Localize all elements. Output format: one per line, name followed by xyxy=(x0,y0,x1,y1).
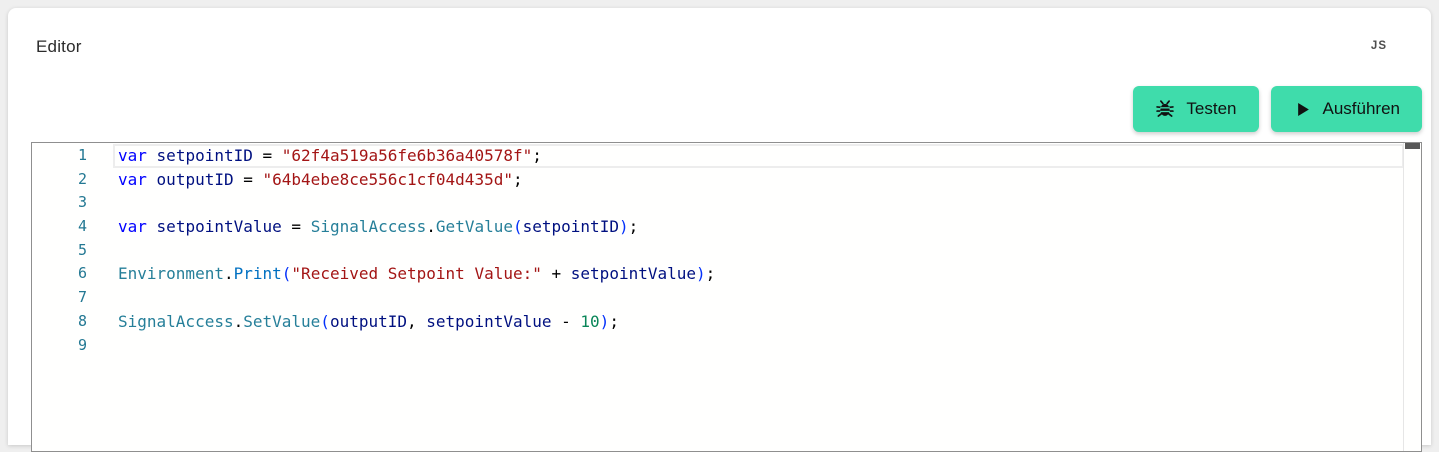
page-title: Editor xyxy=(36,37,82,57)
line-number: 8 xyxy=(32,310,87,334)
line-number: 1 xyxy=(32,144,87,168)
play-icon xyxy=(1293,100,1312,119)
code-line[interactable] xyxy=(118,286,1403,310)
code-line[interactable]: var setpointID = "62f4a519a56fe6b36a4057… xyxy=(118,144,1403,168)
test-button[interactable]: Testen xyxy=(1133,86,1258,132)
code-line[interactable] xyxy=(118,239,1403,263)
code-line[interactable]: var outputID = "64b4ebe8ce556c1cf04d435d… xyxy=(118,168,1403,192)
line-number: 9 xyxy=(32,334,87,358)
run-button-label: Ausführen xyxy=(1323,99,1401,119)
editor-scrollbar[interactable] xyxy=(1403,143,1421,451)
line-number: 5 xyxy=(32,239,87,263)
javascript-language-icon: JS xyxy=(1371,40,1387,52)
run-button[interactable]: Ausführen xyxy=(1271,86,1423,132)
code-lines[interactable]: var setpointID = "62f4a519a56fe6b36a4057… xyxy=(118,144,1403,357)
code-editor[interactable]: 123456789 var setpointID = "62f4a519a56f… xyxy=(31,142,1422,452)
code-line[interactable] xyxy=(118,191,1403,215)
code-line[interactable]: SignalAccess.SetValue(outputID, setpoint… xyxy=(118,310,1403,334)
test-button-label: Testen xyxy=(1186,99,1236,119)
line-number: 6 xyxy=(32,262,87,286)
toolbar: Testen Ausführen xyxy=(1133,86,1422,132)
bug-icon xyxy=(1155,99,1175,119)
line-number: 7 xyxy=(32,286,87,310)
line-number-gutter: 123456789 xyxy=(32,144,118,357)
line-number: 3 xyxy=(32,191,87,215)
code-line[interactable] xyxy=(118,334,1403,358)
cursor-overview-marker xyxy=(1405,143,1420,149)
line-number: 4 xyxy=(32,215,87,239)
line-number: 2 xyxy=(32,168,87,192)
editor-card: Editor JS Testen xyxy=(8,8,1431,445)
code-line[interactable]: Environment.Print("Received Setpoint Val… xyxy=(118,262,1403,286)
code-line[interactable]: var setpointValue = SignalAccess.GetValu… xyxy=(118,215,1403,239)
